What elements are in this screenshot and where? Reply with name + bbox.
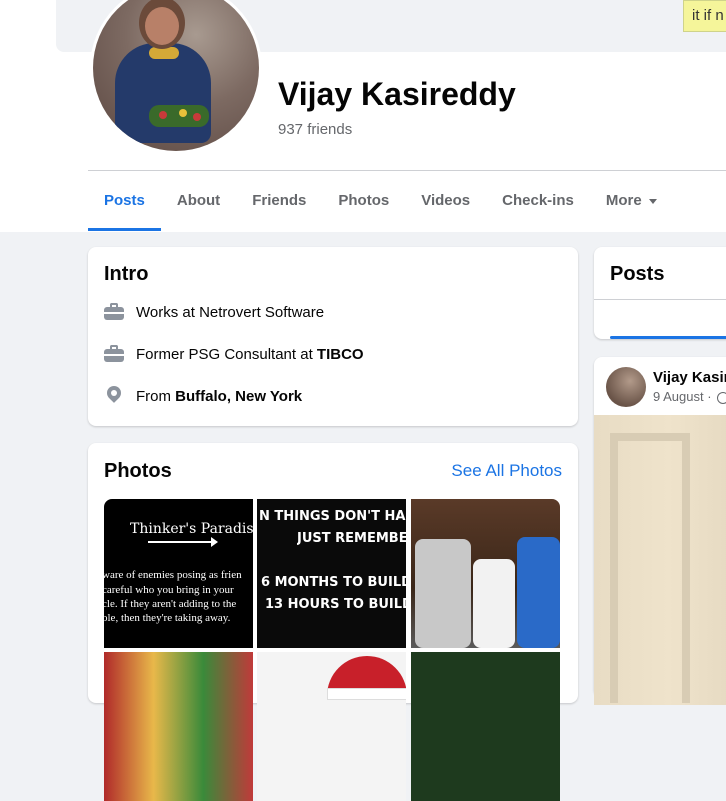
- posts-header-card: Posts: [594, 247, 726, 339]
- photo-caption: ole, then they're taking away.: [104, 612, 231, 624]
- tab-check-ins[interactable]: Check-ins: [486, 172, 590, 230]
- intro-work-text: Works at Netrovert Software: [136, 303, 325, 321]
- globe-icon: [717, 391, 726, 404]
- post-author-avatar[interactable]: [606, 367, 646, 407]
- intro-from: From Buffalo, New York: [104, 383, 302, 406]
- see-all-photos-link[interactable]: See All Photos: [451, 461, 562, 481]
- photo-thumbnail[interactable]: N THINGS DON'T HAPPEN RIG JUST REMEMBER.…: [257, 499, 406, 648]
- profile-tabs: Posts About Friends Photos Videos Check-…: [88, 172, 673, 231]
- location-pin-icon: [104, 383, 124, 406]
- photo-caption: N THINGS DON'T HAPPEN RIG: [259, 509, 406, 524]
- posts-title: Posts: [610, 263, 665, 285]
- intro-title: Intro: [104, 263, 149, 285]
- briefcase-icon: [104, 302, 124, 322]
- tab-photos[interactable]: Photos: [322, 172, 405, 230]
- tab-more[interactable]: More: [590, 172, 673, 230]
- tab-more-label: More: [605, 192, 642, 209]
- tab-about[interactable]: About: [161, 172, 236, 230]
- tab-posts[interactable]: Posts: [88, 172, 161, 231]
- briefcase-icon: [104, 344, 124, 364]
- photo-caption: Thinker's Paradise: [130, 521, 253, 537]
- photos-title: Photos: [104, 460, 172, 482]
- arrow-icon: [148, 537, 218, 547]
- post-author-name[interactable]: Vijay Kasire: [653, 369, 726, 386]
- intro-former-company[interactable]: TIBCO: [317, 346, 364, 363]
- photo-caption: 13 HOURS TO BUILD A TOYO: [265, 597, 406, 612]
- intro-from-city[interactable]: Buffalo, New York: [175, 388, 302, 405]
- photo-caption: 6 MONTHS TO BUILD A ROLI: [261, 575, 406, 590]
- photo-thumbnail[interactable]: [411, 652, 560, 801]
- post-date: 9 August ·: [653, 389, 712, 404]
- photos-card: Photos See All Photos Thinker's Paradise…: [88, 443, 578, 801]
- post-card: Vijay Kasire 9 August ·: [594, 357, 726, 705]
- photo-caption: ware of enemies posing as frien: [104, 569, 242, 581]
- header-divider: [88, 170, 726, 171]
- intro-former-text: Former PSG Consultant at: [136, 345, 317, 363]
- photo-thumbnail[interactable]: Thinker's Paradise ware of enemies posin…: [104, 499, 253, 648]
- tab-videos[interactable]: Videos: [405, 172, 486, 230]
- profile-name: Vijay Kasireddy: [278, 76, 516, 112]
- posts-active-indicator: [610, 336, 726, 339]
- intro-former-work: Former PSG Consultant at TIBCO: [104, 344, 364, 364]
- photo-caption: cle. If they aren't adding to the: [104, 598, 237, 610]
- post-timestamp[interactable]: 9 August ·: [653, 389, 726, 404]
- photo-caption: JUST REMEMBER..: [297, 531, 406, 546]
- photo-thumbnail[interactable]: [104, 652, 253, 801]
- tab-friends[interactable]: Friends: [236, 172, 322, 230]
- intro-from-prefix: From: [136, 387, 176, 405]
- intro-card: Intro Works at Netrovert Software Former…: [88, 247, 578, 426]
- posts-divider: [594, 299, 726, 300]
- intro-work: Works at Netrovert Software: [104, 302, 324, 322]
- photo-thumbnail[interactable]: [411, 499, 560, 648]
- photo-thumbnail[interactable]: [257, 652, 406, 801]
- friends-count[interactable]: 937 friends: [278, 121, 352, 138]
- caret-down-icon: [648, 198, 657, 204]
- sticky-note: it if n: [683, 0, 726, 32]
- photo-caption: careful who you bring in your: [104, 584, 234, 596]
- post-image[interactable]: [594, 415, 726, 705]
